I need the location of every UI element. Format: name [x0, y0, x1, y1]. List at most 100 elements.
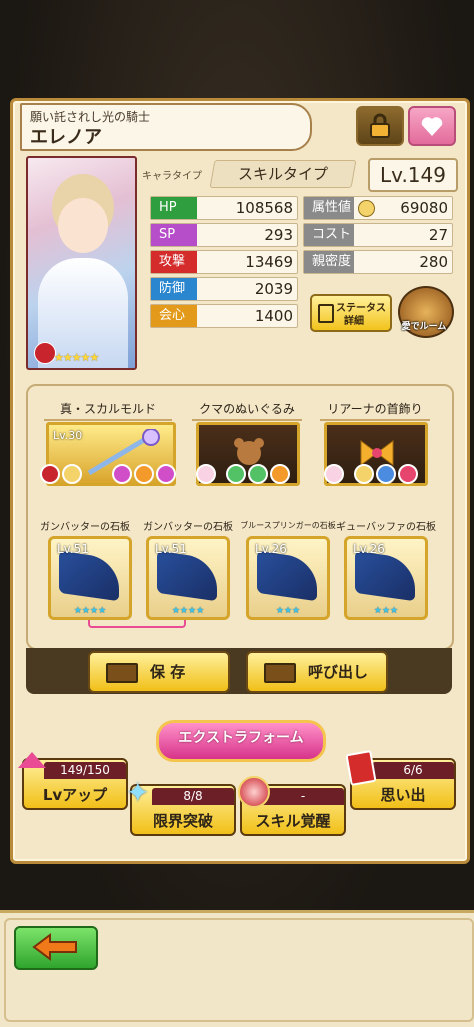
stat-affinity-label: 親密度	[304, 251, 354, 273]
up-arrow-icon	[18, 752, 46, 768]
star-icon: ✦	[126, 776, 150, 809]
slate-art	[157, 550, 217, 602]
slate-slot-3[interactable]: Lv.26 ★★★	[246, 536, 330, 620]
save-button[interactable]: 保 存	[88, 651, 230, 693]
stat-defense-value: 2039	[254, 280, 293, 298]
stat-sp-value: 293	[264, 226, 293, 244]
slate-name-1: ガンバッターの石板	[40, 522, 130, 533]
slate-level-4: Lv.26	[353, 542, 385, 556]
gem-icon	[248, 464, 268, 484]
slate-stars-3: ★★★	[275, 606, 301, 616]
stat-attack-label: 攻撃	[151, 251, 197, 273]
slate-name-3: ブルースプリンガーの石板	[240, 521, 336, 530]
slate-stars-1: ★★★★	[73, 606, 107, 616]
list-icon	[318, 304, 334, 323]
slate-slot-4[interactable]: Lv.26 ★★★	[344, 536, 428, 620]
slate-name-4: ギューバッファの石板	[336, 522, 436, 533]
weapon-level: Lv.30	[53, 429, 83, 442]
gem-icon	[226, 464, 246, 484]
slate-art	[355, 550, 415, 602]
stat-critical-value: 1400	[254, 307, 293, 325]
equipment-name-1: 真・スカルモルド	[44, 400, 172, 421]
stat-sp-label: SP	[151, 224, 197, 246]
slate-stars-4: ★★★	[373, 606, 399, 616]
status-detail-label-2: 詳細	[344, 316, 364, 327]
limit-break-count: 8/8	[152, 788, 234, 805]
save-label: 保 存	[150, 663, 186, 681]
room-label: 愛でルーム	[401, 322, 447, 332]
gem-icon	[196, 464, 216, 484]
equipment-name-2: クマのぬいぐるみ	[192, 400, 302, 421]
stat-attribute: 属性値 69080	[303, 196, 453, 220]
slate-slot-2[interactable]: Lv.51 ★★★★	[146, 536, 230, 620]
stat-attack: 攻撃 13469	[150, 250, 298, 274]
stat-hp-value: 108568	[235, 199, 293, 217]
accessory1-gem-row	[196, 464, 292, 488]
type-value: スキルタイプ	[209, 160, 357, 188]
memory-label: 思い出	[380, 786, 426, 804]
skill-orb-icon	[238, 776, 270, 808]
back-arrow-icon	[32, 933, 77, 961]
level-up-count: 149/150	[44, 762, 126, 779]
status-detail-button[interactable]: ステータス 詳細	[310, 294, 392, 332]
load-button[interactable]: 呼び出し	[246, 651, 388, 693]
lock-button[interactable]	[356, 106, 404, 146]
accessory2-gem-row	[324, 464, 420, 488]
back-button[interactable]	[14, 926, 98, 970]
stat-affinity: 親密度 280	[303, 250, 453, 274]
lock-icon	[370, 113, 390, 138]
slate-level-2: Lv.51	[155, 542, 187, 556]
extra-form-button[interactable]: エクストラフォーム	[156, 720, 326, 762]
load-label: 呼び出し	[308, 663, 369, 681]
slate-level-1: Lv.51	[57, 542, 89, 556]
slate-stars-2: ★★★★	[171, 606, 205, 616]
character-name: エレノア	[30, 127, 102, 148]
stat-attribute-label: 属性値	[304, 197, 354, 219]
level-box: Lv.149	[368, 158, 458, 192]
weapon-gem-row	[40, 464, 178, 488]
gem-icon	[156, 464, 176, 484]
gem-icon	[134, 464, 154, 484]
slot-set-load-icon	[264, 663, 296, 683]
gem-icon	[354, 464, 374, 484]
card-icon	[345, 749, 377, 787]
stat-attack-value: 13469	[245, 253, 293, 271]
slate-link-indicator	[88, 620, 186, 628]
character-portrait[interactable]: ★★★★★	[26, 156, 137, 370]
stat-affinity-value: 280	[419, 253, 448, 271]
limit-break-label: 限界突破	[152, 812, 213, 830]
stat-attribute-value: 69080	[400, 199, 448, 217]
stat-defense: 防御 2039	[150, 277, 298, 301]
gem-icon	[112, 464, 132, 484]
memory-count: 6/6	[372, 762, 454, 779]
slate-level-3: Lv.26	[255, 542, 287, 556]
character-header: 願い託されし光の騎士 エレノア	[20, 103, 312, 151]
type-label: キャラタイプ	[142, 171, 202, 182]
slate-name-2: ガンバッターの石板	[143, 522, 233, 533]
stat-sp: SP 293	[150, 223, 298, 247]
stat-cost-label: コスト	[304, 224, 354, 246]
stat-critical: 会心 1400	[150, 304, 298, 328]
skill-awaken-label: スキル覚醒	[255, 812, 331, 830]
equipment-name-3: リアーナの首飾り	[320, 400, 430, 421]
skill-awaken-count: -	[262, 788, 344, 805]
gem-icon	[376, 464, 396, 484]
gem-icon	[270, 464, 290, 484]
stat-critical-label: 会心	[151, 305, 197, 327]
stat-cost: コスト 27	[303, 223, 453, 247]
attribute-icon	[358, 200, 375, 217]
gem-icon	[324, 464, 344, 484]
slate-art	[257, 550, 317, 602]
gem-icon	[40, 464, 60, 484]
slate-art	[59, 550, 119, 602]
portrait-face	[58, 198, 108, 253]
gem-icon	[62, 464, 82, 484]
gem-icon	[398, 464, 418, 484]
stat-hp: HP 108568	[150, 196, 298, 220]
slate-slot-1[interactable]: Lv.51 ★★★★	[48, 536, 132, 620]
rarity-badge-icon	[34, 342, 56, 364]
rarity-stars: ★★★★★	[54, 351, 99, 364]
stat-cost-value: 27	[428, 226, 448, 244]
stat-defense-label: 防御	[151, 278, 197, 300]
favorite-button[interactable]	[408, 106, 456, 146]
